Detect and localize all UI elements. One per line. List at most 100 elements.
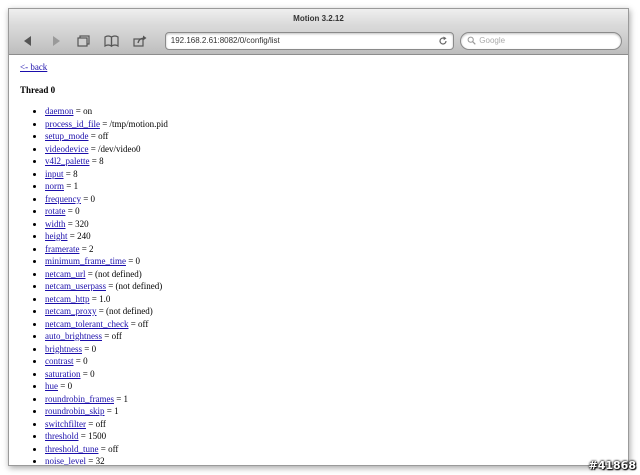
setting-link[interactable]: rotate (45, 206, 66, 216)
setting-link[interactable]: threshold (45, 431, 79, 441)
setting-value: = 240 (67, 231, 91, 241)
browser-toolbar: 192.168.2.61:8082/0/config/list Google (9, 27, 628, 55)
setting-value: = /tmp/motion.pid (99, 118, 168, 129)
setting-item: hue = 0 (45, 380, 617, 393)
setting-value: = 1.0 (89, 293, 111, 304)
setting-value: = 1 (113, 393, 129, 404)
book-icon (104, 34, 119, 47)
setting-value: = off (88, 131, 109, 141)
setting-link[interactable]: netcam_tolerant_check (45, 319, 128, 329)
setting-link[interactable]: input (45, 169, 64, 179)
setting-link[interactable]: framerate (45, 244, 79, 254)
setting-link[interactable]: noise_level (45, 456, 86, 465)
setting-item: auto_brightness = off (45, 330, 617, 343)
tabs-icon (77, 34, 90, 47)
setting-link[interactable]: daemon (45, 106, 74, 116)
setting-link[interactable]: netcam_userpass (45, 281, 106, 291)
setting-item: rotate = 0 (45, 205, 617, 218)
setting-value: = 0 (80, 368, 95, 379)
search-field[interactable]: Google (460, 31, 622, 50)
setting-item: process_id_file = /tmp/motion.pid (45, 118, 617, 131)
setting-item: netcam_tolerant_check = off (45, 318, 617, 331)
setting-value: = 0 (80, 193, 96, 204)
setting-link[interactable]: process_id_file (45, 119, 100, 129)
setting-item: input = 8 (45, 168, 617, 181)
browser-window: Motion 3.2.12 192.168.2.61:8082/0/config… (8, 8, 629, 466)
setting-link[interactable]: netcam_proxy (45, 306, 96, 316)
setting-value: = 0 (82, 343, 97, 354)
setting-link[interactable]: netcam_http (45, 294, 90, 304)
setting-item: netcam_http = 1.0 (45, 293, 617, 306)
setting-item: netcam_url = (not defined) (45, 268, 617, 281)
setting-item: width = 320 (45, 218, 617, 231)
setting-item: saturation = 0 (45, 368, 617, 381)
setting-link[interactable]: contrast (45, 356, 74, 366)
setting-item: setup_mode = off (45, 130, 617, 143)
setting-value: = 1 (64, 181, 79, 191)
setting-link[interactable]: frequency (45, 194, 81, 204)
setting-value: = 2 (79, 243, 94, 254)
setting-link[interactable]: v4l2_palette (45, 156, 90, 166)
reload-icon[interactable] (438, 36, 448, 46)
setting-value: = 0 (73, 356, 88, 366)
settings-list: daemon = onprocess_id_file = /tmp/motion… (20, 105, 617, 466)
setting-item: daemon = on (45, 105, 617, 118)
setting-value: = off (86, 418, 106, 429)
address-bar[interactable]: 192.168.2.61:8082/0/config/list (164, 31, 455, 50)
watermark: #41868 (588, 459, 637, 472)
setting-link[interactable]: norm (45, 181, 64, 191)
setting-value: = 0 (125, 256, 141, 266)
search-icon (467, 36, 476, 45)
setting-link[interactable]: minimum_frame_time (45, 256, 126, 266)
setting-item: netcam_userpass = (not defined) (45, 280, 617, 293)
setting-link[interactable]: netcam_url (45, 269, 85, 279)
setting-value: = 32 (86, 456, 105, 466)
setting-value: = 8 (89, 156, 104, 166)
setting-value: = off (102, 331, 122, 341)
setting-item: height = 240 (45, 230, 617, 243)
setting-link[interactable]: roundrobin_skip (45, 406, 105, 416)
setting-value: = on (73, 106, 93, 116)
window-title: Motion 3.2.12 (9, 9, 628, 27)
setting-link[interactable]: roundrobin_frames (45, 394, 114, 404)
back-link[interactable]: <- back (20, 62, 47, 72)
setting-item: norm = 1 (45, 180, 617, 193)
setting-link[interactable]: auto_brightness (45, 331, 102, 341)
setting-link[interactable]: hue (45, 381, 58, 391)
setting-link[interactable]: threshold_tune (45, 444, 99, 454)
tabs-button[interactable] (71, 30, 97, 52)
setting-value: = (not defined) (85, 268, 142, 279)
setting-item: threshold_tune = off (45, 443, 617, 456)
setting-value: = 320 (65, 218, 89, 229)
bookmarks-button[interactable] (99, 30, 125, 52)
url-text: 192.168.2.61:8082/0/config/list (170, 36, 280, 45)
setting-item: frequency = 0 (45, 193, 617, 206)
setting-value: = (not defined) (96, 306, 153, 316)
setting-item: minimum_frame_time = 0 (45, 255, 617, 268)
page-content: <- back Thread 0 daemon = onprocess_id_f… (9, 55, 628, 466)
setting-item: v4l2_palette = 8 (45, 155, 617, 168)
setting-link[interactable]: brightness (45, 344, 82, 354)
back-button[interactable] (15, 30, 41, 52)
setting-link[interactable]: width (45, 219, 66, 229)
setting-value: = 1 (104, 406, 119, 416)
share-button[interactable] (127, 30, 153, 52)
setting-item: framerate = 2 (45, 243, 617, 256)
setting-link[interactable]: setup_mode (45, 131, 89, 141)
setting-value: = 0 (65, 206, 80, 216)
setting-value: = 1500 (78, 431, 107, 441)
setting-value: = off (98, 443, 119, 454)
back-arrow-icon (23, 35, 31, 46)
forward-button[interactable] (43, 30, 69, 52)
setting-link[interactable]: height (45, 231, 68, 241)
setting-item: netcam_proxy = (not defined) (45, 305, 617, 318)
setting-item: contrast = 0 (45, 355, 617, 368)
setting-link[interactable]: saturation (45, 369, 81, 379)
setting-item: threshold = 1500 (45, 430, 617, 443)
setting-item: noise_level = 32 (45, 455, 617, 466)
setting-value: = 8 (63, 168, 78, 179)
setting-item: videodevice = /dev/video0 (45, 143, 617, 156)
search-placeholder: Google (479, 36, 506, 45)
setting-link[interactable]: switchfilter (45, 419, 86, 429)
setting-link[interactable]: videodevice (45, 144, 88, 154)
